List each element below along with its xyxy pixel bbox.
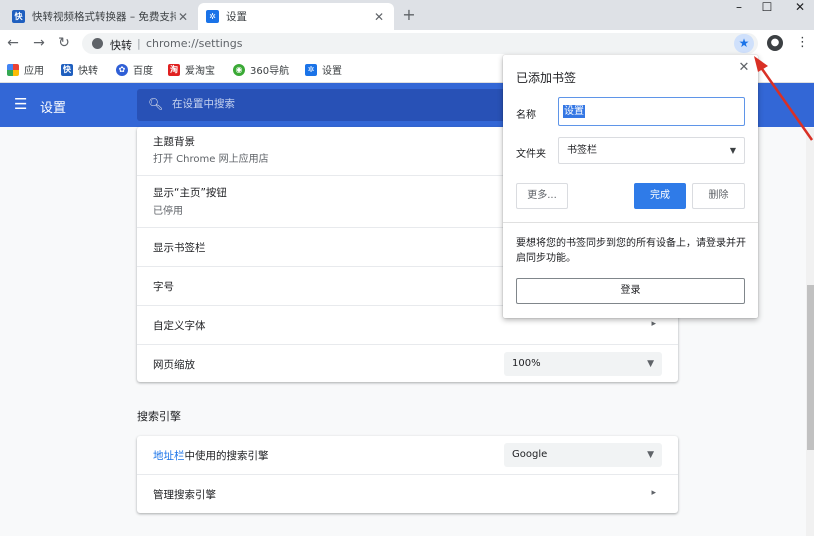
sign-in-button[interactable]: 登录 bbox=[516, 278, 745, 304]
bookmark-label: 设置 bbox=[322, 66, 342, 77]
annotation-arrow-icon bbox=[754, 56, 814, 141]
tab-title: 快转视频格式转换器 – 免费支持高 bbox=[32, 11, 176, 23]
hamburger-menu-icon[interactable]: ☰ bbox=[14, 96, 28, 112]
page-zoom-value: 100% bbox=[512, 358, 541, 369]
bookmark-kuaizhuan[interactable]: 快 快转 bbox=[61, 62, 98, 77]
chevron-right-icon: ▸ bbox=[651, 319, 656, 329]
remove-button[interactable]: 删除 bbox=[692, 183, 745, 209]
dialog-divider bbox=[503, 222, 758, 223]
theme-subtitle: 打开 Chrome 网上应用店 bbox=[153, 154, 269, 165]
bookmark-360[interactable]: ◉ 360导航 bbox=[233, 62, 289, 77]
maximize-button[interactable]: ☐ bbox=[760, 0, 774, 14]
bookmark-apps[interactable]: 应用 bbox=[7, 62, 44, 77]
new-tab-button[interactable]: + bbox=[400, 6, 418, 24]
address-bar-engine-text: 中使用的搜索引擎 bbox=[184, 450, 269, 462]
sync-promo-text: 要想将您的书签同步到您的所有设备上，请登录并开启同步功能。 bbox=[516, 238, 746, 264]
search-icon: 🔍︎ bbox=[148, 97, 164, 111]
tab-settings[interactable]: ✲ 设置 ✕ bbox=[198, 3, 394, 30]
address-bar-link[interactable]: 地址栏 bbox=[153, 450, 185, 462]
profile-avatar-icon[interactable]: ● bbox=[767, 35, 783, 51]
search-engine-value: Google bbox=[512, 449, 548, 460]
page-zoom-label: 网页缩放 bbox=[153, 359, 195, 371]
close-tab-icon[interactable]: ✕ bbox=[176, 10, 190, 24]
tab-title: 设置 bbox=[226, 11, 247, 23]
folder-select[interactable]: 书签栏 ▼ bbox=[558, 137, 745, 164]
bookmark-label: 应用 bbox=[24, 66, 44, 77]
bookmark-aitaobao[interactable]: 淘 爱淘宝 bbox=[168, 62, 215, 77]
font-size-label: 字号 bbox=[153, 281, 174, 293]
omnibox-site-name: 快转 bbox=[110, 39, 132, 52]
omnibox-url[interactable]: chrome://settings bbox=[146, 37, 243, 50]
gear-icon: ✲ bbox=[305, 63, 317, 76]
custom-fonts-label: 自定义字体 bbox=[153, 320, 206, 332]
gear-icon: ✲ bbox=[206, 10, 219, 23]
home-button-title: 显示“主页”按钮 bbox=[153, 187, 227, 199]
aitaobao-icon: 淘 bbox=[168, 63, 180, 76]
page-zoom-select[interactable]: 100% ▼ bbox=[504, 352, 662, 376]
manage-search-engines-label: 管理搜索引擎 bbox=[153, 489, 216, 501]
address-bar-engine-row: 地址栏中使用的搜索引擎 Google ▼ bbox=[137, 436, 678, 474]
page-zoom-row: 网页缩放 100% ▼ bbox=[137, 344, 678, 382]
folder-value: 书签栏 bbox=[567, 145, 597, 156]
more-button[interactable]: 更多... bbox=[516, 183, 568, 209]
search-input[interactable] bbox=[172, 98, 472, 110]
forward-button[interactable]: → bbox=[31, 34, 47, 52]
bookmark-name-value[interactable]: 设置 bbox=[563, 105, 585, 118]
baidu-paw-icon: ✿ bbox=[116, 63, 128, 76]
close-window-button[interactable]: ✕ bbox=[793, 0, 807, 14]
dropdown-arrow-icon: ▼ bbox=[647, 359, 654, 369]
dialog-title: 已添加书签 bbox=[516, 71, 577, 85]
search-engine-select[interactable]: Google ▼ bbox=[504, 443, 662, 467]
reload-button[interactable]: ↻ bbox=[56, 34, 72, 52]
page-title: 设置 bbox=[40, 101, 67, 116]
dropdown-arrow-icon: ▼ bbox=[729, 146, 736, 155]
bookmark-label: 百度 bbox=[133, 66, 153, 77]
manage-search-engines-row[interactable]: 管理搜索引擎 ▸ bbox=[137, 474, 678, 513]
kuaizhuan-icon: 快 bbox=[61, 63, 73, 76]
home-button-subtitle: 已停用 bbox=[153, 206, 183, 217]
chevron-right-icon: ▸ bbox=[651, 488, 656, 498]
apps-grid-icon bbox=[7, 63, 19, 76]
done-button[interactable]: 完成 bbox=[634, 183, 686, 209]
folder-label: 文件夹 bbox=[516, 149, 546, 160]
more-menu-icon[interactable]: ⋮ bbox=[796, 34, 809, 52]
bookmark-star-icon[interactable]: ★ bbox=[734, 34, 754, 53]
360-icon: ◉ bbox=[233, 63, 245, 76]
bookmark-label: 快转 bbox=[78, 66, 98, 77]
dropdown-arrow-icon: ▼ bbox=[647, 450, 654, 460]
bookmarks-bar-label: 显示书签栏 bbox=[153, 242, 206, 254]
bookmark-label: 爱淘宝 bbox=[185, 66, 215, 77]
bookmark-label: 360导航 bbox=[250, 66, 290, 77]
search-engine-section-title: 搜索引擎 bbox=[137, 410, 181, 423]
back-button[interactable]: ← bbox=[5, 34, 21, 52]
bookmark-settings[interactable]: ✲ 设置 bbox=[305, 62, 342, 77]
scrollbar-thumb[interactable] bbox=[807, 285, 814, 450]
search-engine-card: 地址栏中使用的搜索引擎 Google ▼ 管理搜索引擎 ▸ bbox=[137, 436, 678, 513]
name-label: 名称 bbox=[516, 110, 536, 121]
omnibox-separator: | bbox=[137, 37, 141, 50]
kuaizhuan-favicon-icon: 快 bbox=[12, 10, 25, 23]
address-bar-engine-label: 地址栏中使用的搜索引擎 bbox=[153, 448, 269, 463]
close-tab-icon[interactable]: ✕ bbox=[372, 10, 386, 24]
site-info-icon[interactable] bbox=[92, 38, 103, 49]
bookmark-name-input[interactable] bbox=[558, 97, 745, 126]
theme-title: 主题背景 bbox=[153, 136, 195, 148]
tab-kuaizhuan[interactable]: 快 快转视频格式转换器 – 免费支持高 ✕ bbox=[4, 3, 198, 30]
bookmark-baidu[interactable]: ✿ 百度 bbox=[116, 62, 153, 77]
minimize-button[interactable]: – bbox=[732, 0, 746, 14]
